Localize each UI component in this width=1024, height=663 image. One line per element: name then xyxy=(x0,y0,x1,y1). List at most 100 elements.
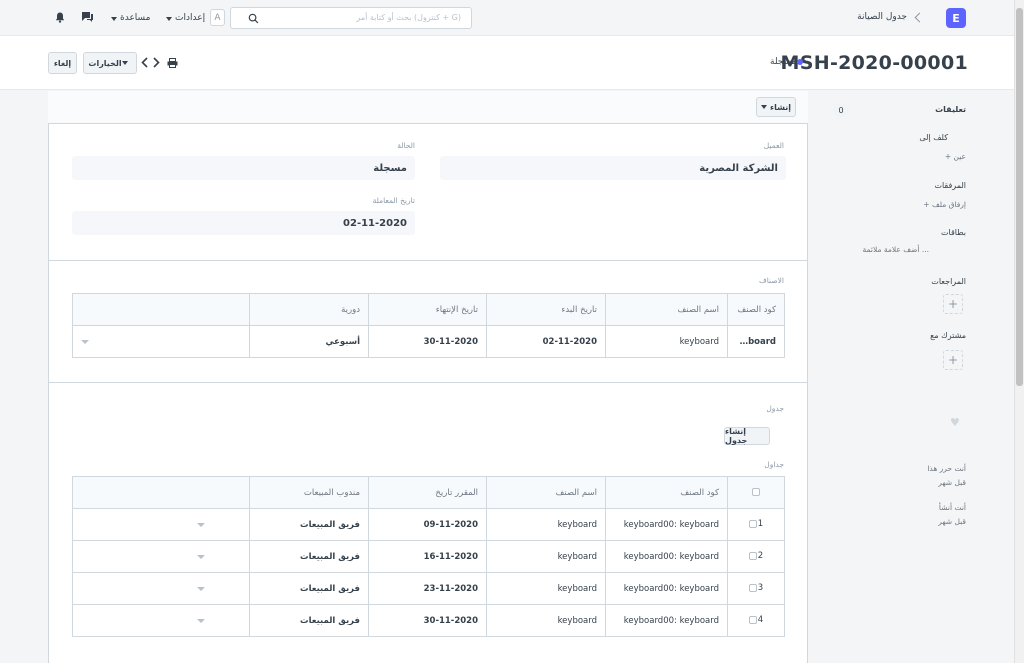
item-name-cell[interactable]: keyboard xyxy=(486,604,606,637)
bell-icon[interactable] xyxy=(55,12,65,23)
table-row[interactable]: فريق المبيعات 23-11-2020 keyboard keyboa… xyxy=(72,572,785,605)
column-header xyxy=(72,476,250,509)
plus-icon: + xyxy=(947,353,959,367)
scheduled-date-cell[interactable]: 09-11-2020 xyxy=(368,508,487,541)
chevron-down-icon xyxy=(197,522,205,527)
sales-person-cell[interactable]: فريق المبيعات xyxy=(249,604,369,637)
avatar[interactable]: A xyxy=(210,9,225,26)
schedules-table-header: مندوب المبيعات المقرر تاريخ اسم الصنف كو… xyxy=(72,476,785,509)
item-name-cell[interactable]: keyboard xyxy=(486,508,606,541)
row-checkbox[interactable] xyxy=(748,584,757,593)
sales-person-cell[interactable]: فريق المبيعات xyxy=(249,572,369,605)
status-indicator-dot xyxy=(797,59,803,65)
item-code-cell[interactable]: keyboard00: keyboard xyxy=(727,325,785,358)
chevron-down-icon xyxy=(197,554,205,559)
row-checkbox[interactable] xyxy=(748,520,757,529)
help-caret-icon xyxy=(111,17,117,21)
schedule-section-label: جدول xyxy=(766,404,784,413)
comments-count: 0 xyxy=(833,103,849,117)
chevron-down-icon xyxy=(81,339,89,344)
periodicity-cell[interactable]: أسبوعي xyxy=(249,325,369,358)
end-date-cell[interactable]: 30-11-2020 xyxy=(368,325,487,358)
row-dropdown[interactable] xyxy=(72,604,250,637)
like-heart-icon[interactable]: ♥ xyxy=(950,416,960,429)
search-input[interactable]: بحث أو كتابة أمر (كنترول + G) xyxy=(230,7,472,29)
help-menu[interactable]: مساعدة xyxy=(120,13,150,23)
assign-text: عين xyxy=(953,152,966,161)
sales-person-cell[interactable]: فريق المبيعات xyxy=(249,508,369,541)
chat-icon[interactable] xyxy=(81,11,94,23)
add-tag-link[interactable]: أضف علامة ملائمة ... xyxy=(863,245,929,254)
select-all-cell xyxy=(727,476,785,509)
row-index-cell: 4 xyxy=(727,604,785,637)
table-row[interactable]: أسبوعي 30-11-2020 02-11-2020 keyboard ke… xyxy=(72,325,785,358)
items-table-header: دورية تاريخ الإنتهاء تاريخ البدء اسم الص… xyxy=(72,293,785,326)
next-doc-icon[interactable] xyxy=(153,57,160,68)
item-code-cell[interactable]: keyboard00: keyboard xyxy=(605,572,728,605)
sales-person-cell[interactable]: فريق المبيعات xyxy=(249,540,369,573)
item-code-cell[interactable]: keyboard00: keyboard xyxy=(605,604,728,637)
column-header: اسم الصنف xyxy=(486,476,606,509)
assign-link[interactable]: + عين xyxy=(945,152,966,161)
add-review-button[interactable]: + xyxy=(943,294,963,314)
transaction-date-label: تاريخ المعاملة xyxy=(372,196,415,205)
start-date-cell[interactable]: 02-11-2020 xyxy=(486,325,606,358)
settings-menu[interactable]: إعدادات xyxy=(175,13,205,23)
item-name-cell[interactable]: keyboard xyxy=(486,540,606,573)
column-header: المقرر تاريخ xyxy=(368,476,487,509)
assigned-to-label: كلف إلى xyxy=(919,133,948,142)
form-toolbar xyxy=(48,91,808,124)
create-caret-icon xyxy=(761,105,767,109)
column-header: كود الصنف xyxy=(727,293,785,326)
scheduled-date-cell[interactable]: 16-11-2020 xyxy=(368,540,487,573)
settings-caret-icon xyxy=(166,17,172,21)
tags-label: بطاقات xyxy=(940,228,966,237)
row-checkbox[interactable] xyxy=(748,552,757,561)
items-table: دورية تاريخ الإنتهاء تاريخ البدء اسم الص… xyxy=(72,293,785,358)
item-name-cell[interactable]: keyboard xyxy=(486,572,606,605)
cancel-button[interactable]: إلغاء xyxy=(48,52,77,74)
customer-field[interactable]: الشركة المصرية xyxy=(440,156,786,180)
table-row[interactable]: فريق المبيعات 16-11-2020 keyboard keyboa… xyxy=(72,540,785,573)
attach-file-link[interactable]: + إرفاق ملف xyxy=(923,200,966,209)
row-index-cell: 3 xyxy=(727,572,785,605)
column-header: تاريخ الإنتهاء xyxy=(368,293,487,326)
options-label: الخيارات xyxy=(88,58,122,68)
item-code-cell[interactable]: keyboard00: keyboard xyxy=(605,540,728,573)
row-checkbox[interactable] xyxy=(748,616,757,625)
table-row[interactable]: فريق المبيعات 09-11-2020 keyboard keyboa… xyxy=(72,508,785,541)
generate-schedule-button[interactable]: إنشاء جدول xyxy=(724,427,770,445)
row-index-cell: 2 xyxy=(727,540,785,573)
items-section-label: الاصناف xyxy=(758,276,784,285)
column-header: مندوب المبيعات xyxy=(249,476,369,509)
app-logo[interactable]: E xyxy=(946,8,966,28)
select-all-checkbox[interactable] xyxy=(752,488,760,496)
chevron-down-icon xyxy=(197,618,205,623)
print-icon[interactable] xyxy=(167,58,178,68)
item-name-cell[interactable]: keyboard xyxy=(605,325,728,358)
row-dropdown[interactable] xyxy=(72,572,250,605)
transaction-date-field[interactable]: 02-11-2020 xyxy=(72,211,415,235)
shared-with-label: مشترك مع xyxy=(930,331,966,340)
row-dropdown[interactable] xyxy=(72,508,250,541)
customer-label: العميل xyxy=(763,141,784,150)
status-field[interactable]: مسجلة xyxy=(72,156,415,180)
scrollbar-thumb[interactable] xyxy=(1016,8,1023,386)
row-index-cell: 1 xyxy=(727,508,785,541)
table-row[interactable]: فريق المبيعات 30-11-2020 keyboard keyboa… xyxy=(72,604,785,637)
create-button[interactable]: إنشاء xyxy=(756,97,796,117)
section-divider xyxy=(48,382,808,383)
add-share-button[interactable]: + xyxy=(943,350,963,370)
options-button[interactable]: الخيارات xyxy=(83,52,137,74)
breadcrumb[interactable]: جدول الصيانة xyxy=(857,12,907,22)
status-label: الحالة xyxy=(397,141,415,150)
scheduled-date-cell[interactable]: 23-11-2020 xyxy=(368,572,487,605)
row-dropdown[interactable] xyxy=(72,325,250,358)
item-code-cell[interactable]: keyboard00: keyboard xyxy=(605,508,728,541)
plus-icon: + xyxy=(944,152,954,161)
scheduled-date-cell[interactable]: 30-11-2020 xyxy=(368,604,487,637)
prev-doc-icon[interactable] xyxy=(141,57,148,68)
schedules-label: جداول xyxy=(764,460,784,469)
row-dropdown[interactable] xyxy=(72,540,250,573)
options-caret-icon xyxy=(121,61,128,65)
